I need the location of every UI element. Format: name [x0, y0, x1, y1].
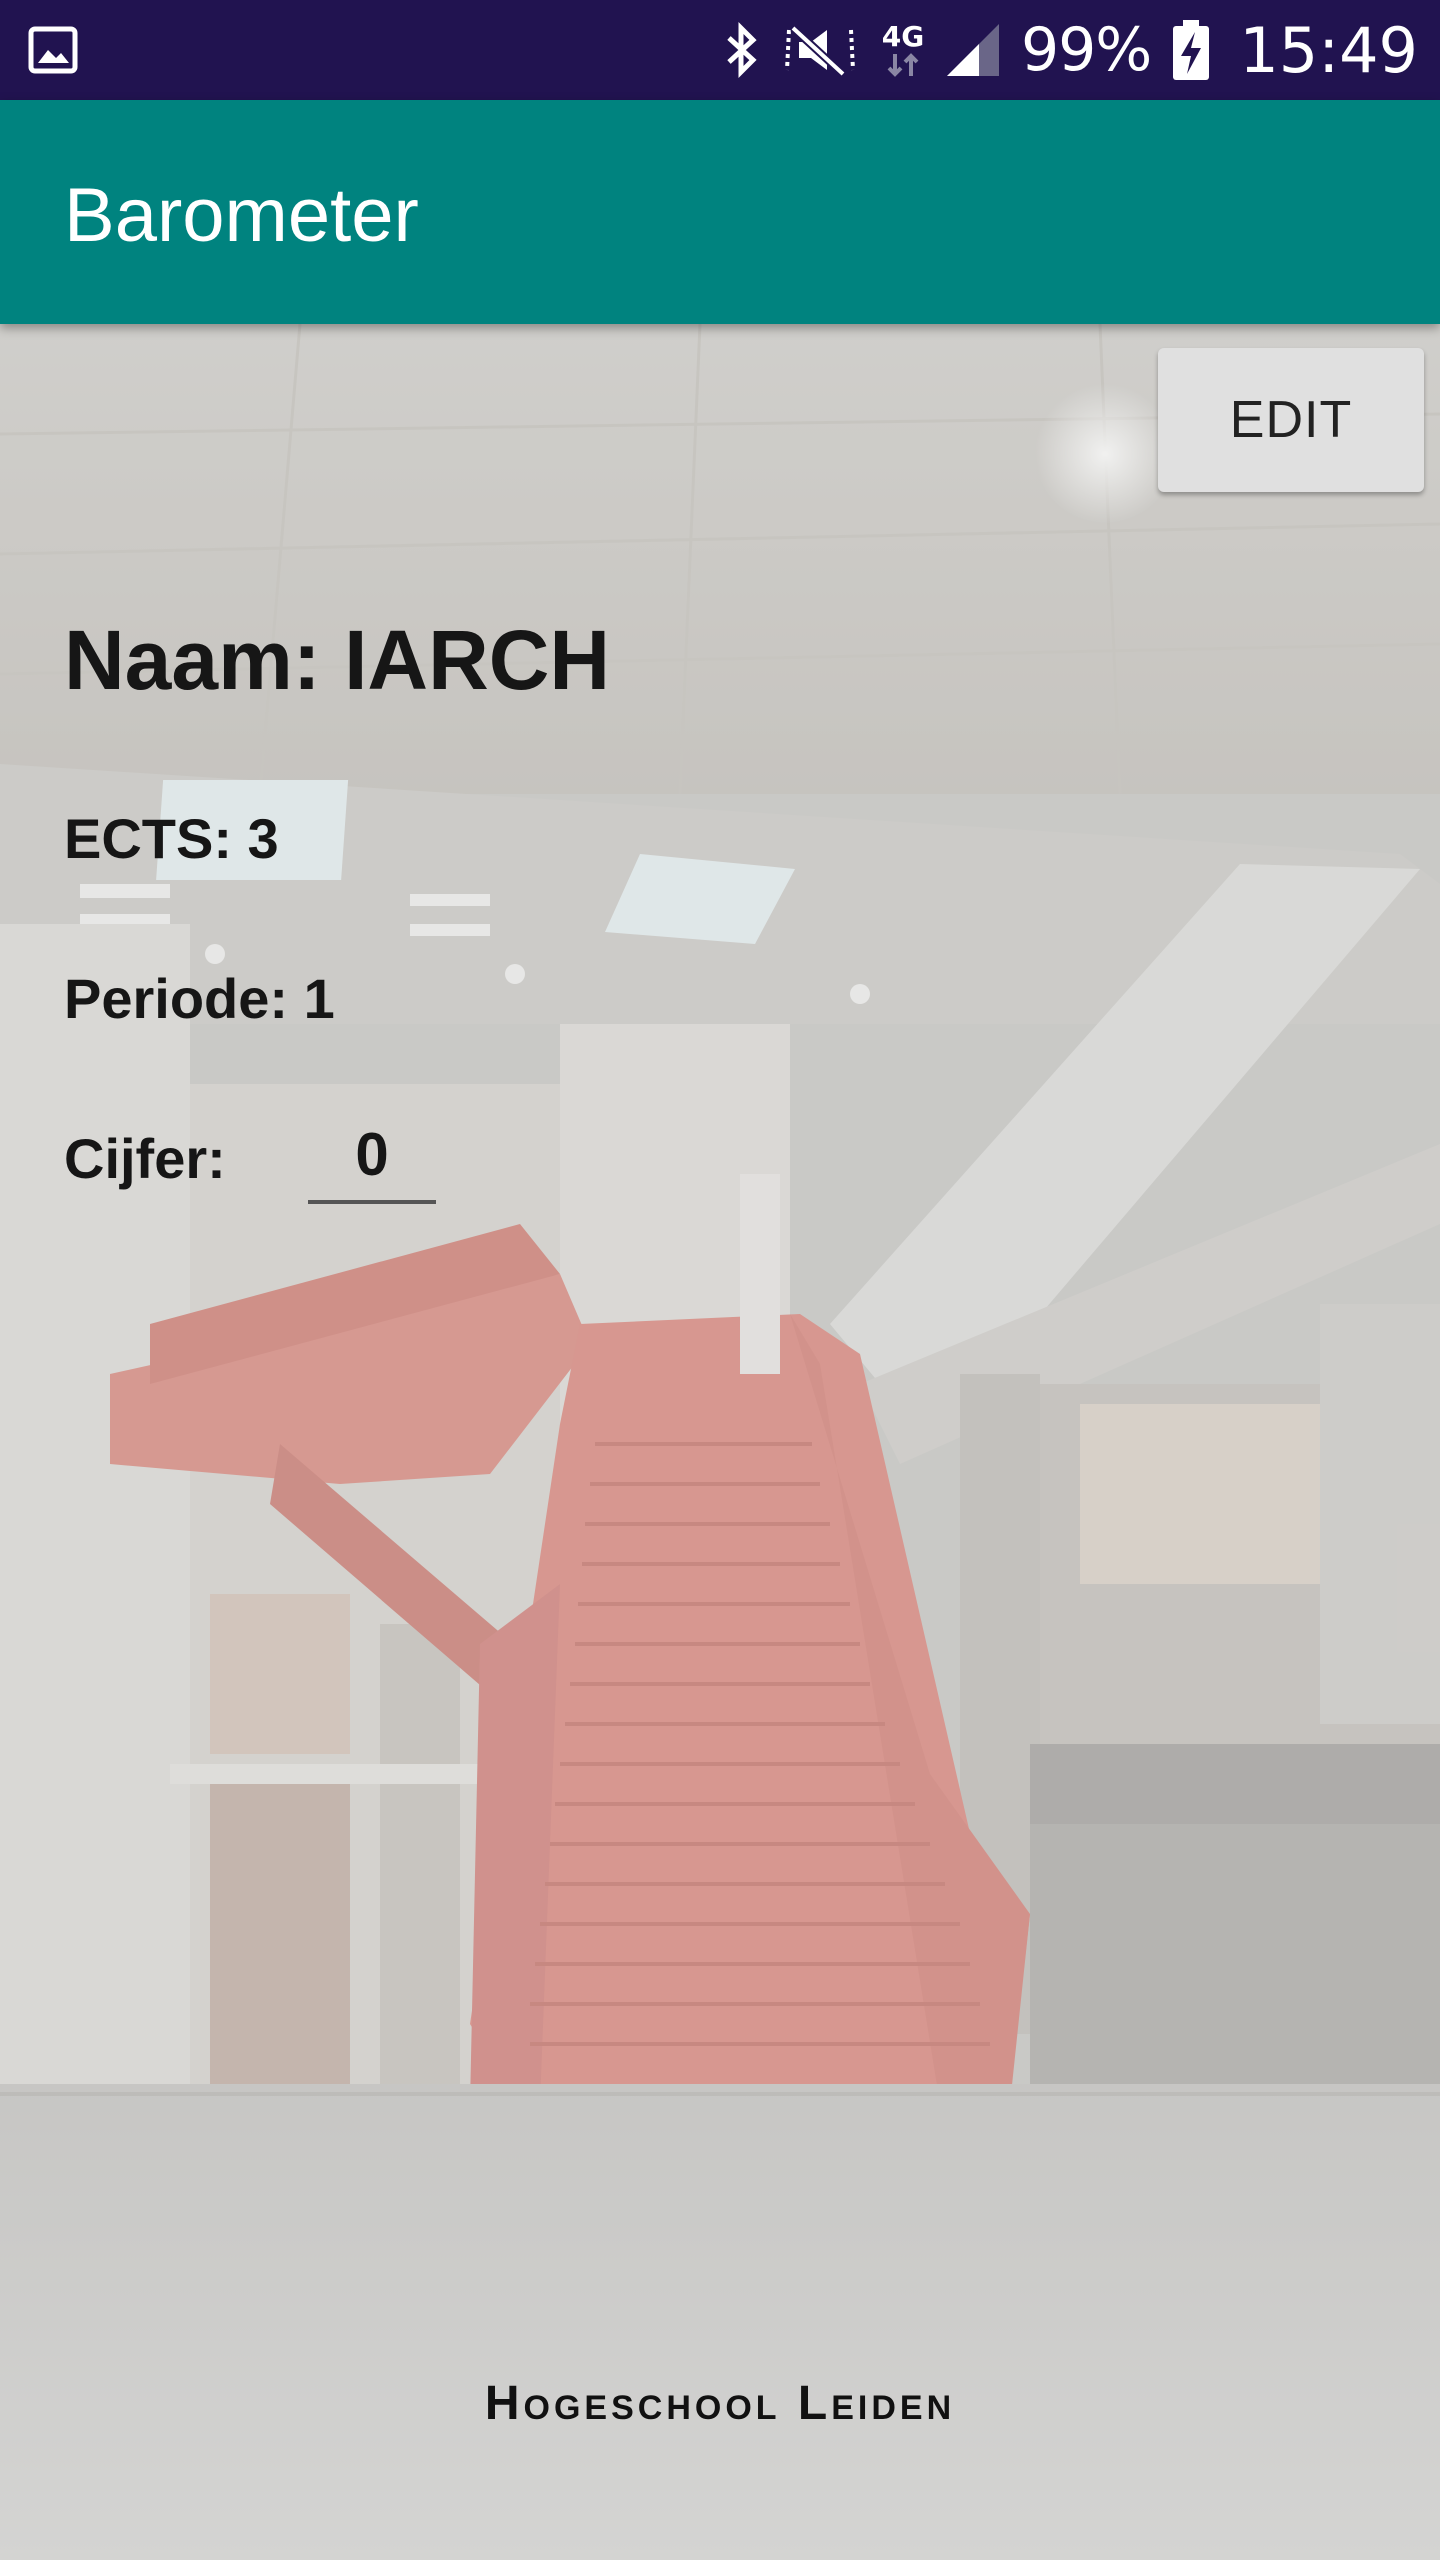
image-icon: [28, 26, 78, 74]
periode-label: Periode: 1: [64, 967, 335, 1030]
edit-button[interactable]: EDIT: [1158, 348, 1424, 492]
course-name: Naam: IARCH: [64, 613, 611, 707]
app-title: Barometer: [64, 173, 419, 258]
status-bar: 4G 99% 15:49: [0, 0, 1440, 100]
signal-icon: [946, 24, 999, 76]
battery-percent: 99%: [1020, 15, 1152, 85]
network-4g-icon: 4G: [881, 22, 925, 78]
bluetooth-icon: [727, 21, 757, 79]
clock: 15:49: [1239, 13, 1418, 87]
cijfer-label: Cijfer:: [64, 1127, 226, 1190]
app-bar: Barometer: [0, 100, 1440, 324]
hogeschool-leiden-logo: Hogeschool Leiden: [484, 2377, 956, 2430]
battery-charging-icon: [1173, 20, 1210, 80]
ects-label: ECTS: 3: [64, 807, 279, 870]
cijfer-input[interactable]: [308, 1108, 436, 1204]
muted-icon: [784, 25, 855, 77]
